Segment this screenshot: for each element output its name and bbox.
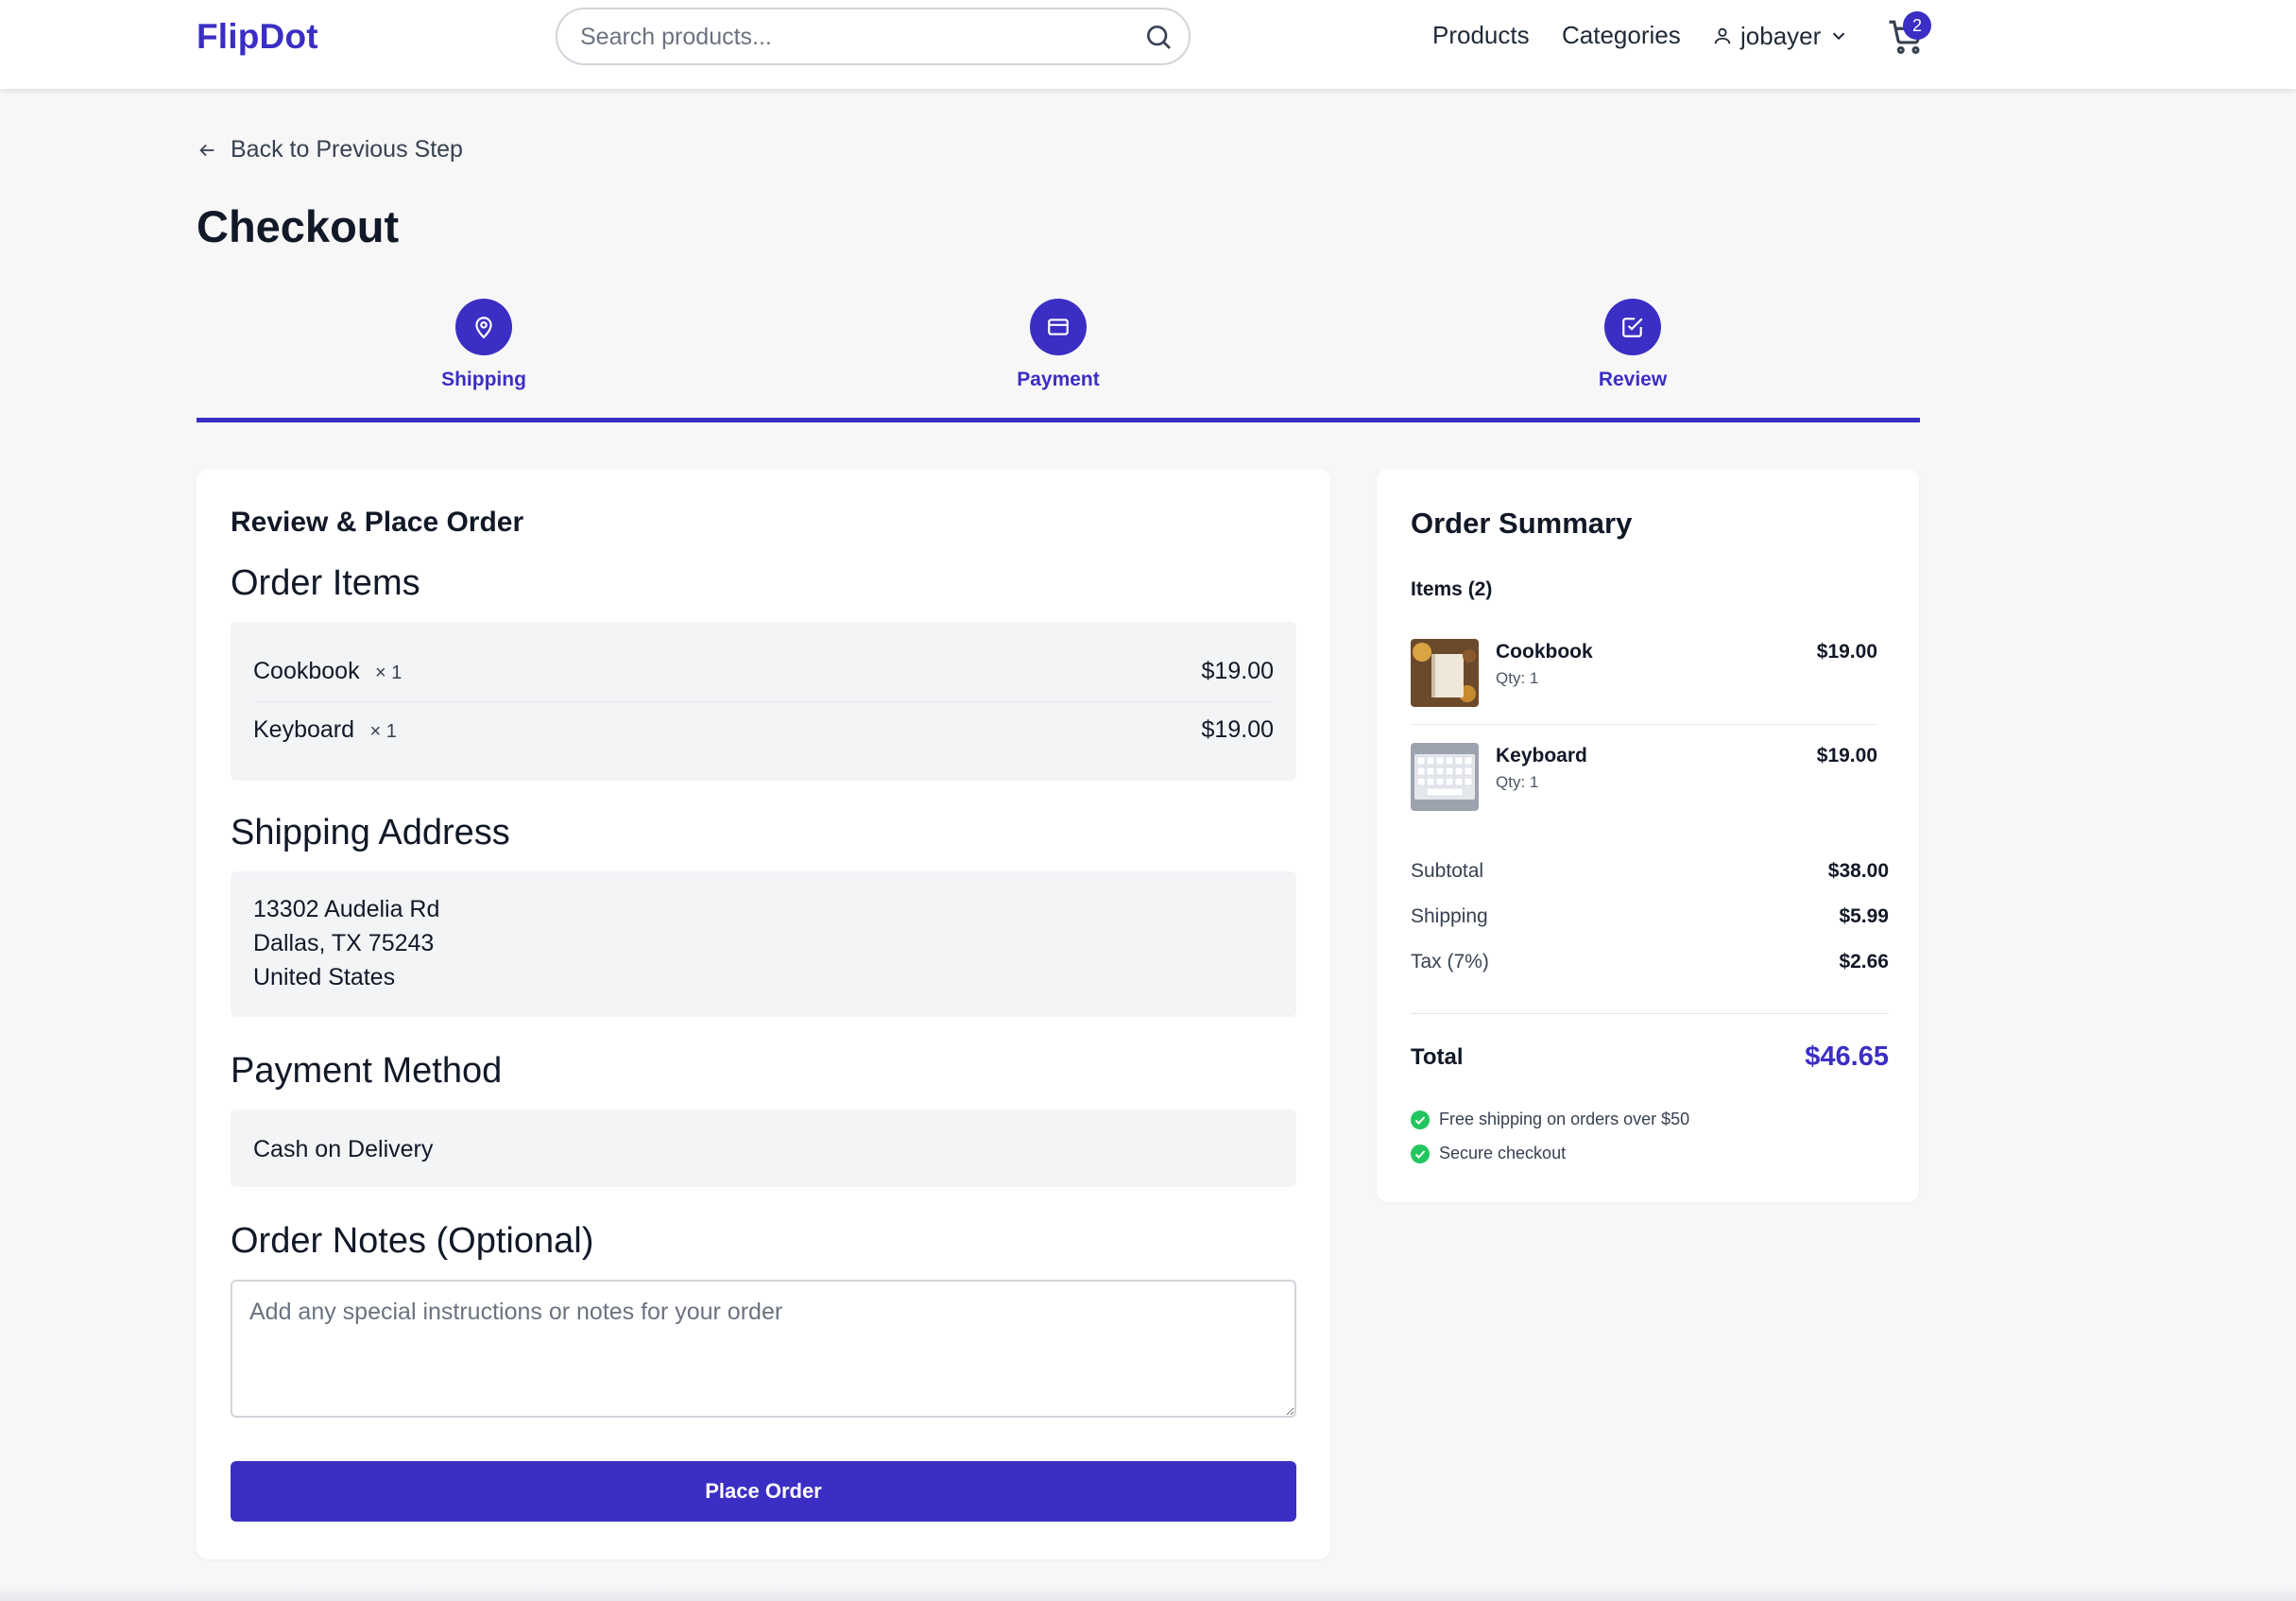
nav-products[interactable]: Products [1432, 21, 1530, 50]
order-item-row: Cookbook × 1 $19.00 [253, 643, 1274, 699]
summary-item-qty: Qty: 1 [1496, 773, 1539, 791]
step-label: Payment [1017, 369, 1100, 390]
step-payment[interactable]: Payment [945, 299, 1172, 391]
summary-item: Cookbook Qty: 1 $19.00 [1411, 639, 1877, 709]
item-price: $19.00 [1201, 715, 1274, 743]
arrow-left-icon [199, 144, 214, 156]
user-menu[interactable]: jobayer [1712, 19, 1849, 53]
address-line: 13302 Audelia Rd [253, 896, 440, 922]
item-qty: × 1 [375, 662, 403, 683]
payment-method-panel: Cash on Delivery [231, 1110, 1296, 1187]
cookbook-thumbnail [1411, 639, 1479, 707]
credit-card-icon [1048, 318, 1069, 336]
total-value: $46.65 [1805, 1042, 1889, 1072]
summary-item-price: $19.00 [1816, 745, 1877, 766]
order-notes-title: Order Notes (Optional) [231, 1221, 594, 1261]
order-item-row: Keyboard × 1 $19.00 [253, 701, 1274, 758]
items-count: Items (2) [1411, 578, 1493, 600]
perk-text: Free shipping on orders over $50 [1439, 1110, 1690, 1128]
summary-item: Keyboard Qty: 1 $19.00 [1411, 743, 1877, 813]
order-items-title: Order Items [231, 563, 420, 603]
item-name: Keyboard [253, 715, 355, 743]
subtotal-row: Subtotal $38.00 [1411, 860, 1889, 883]
payment-method-title: Payment Method [231, 1051, 503, 1091]
page-bottom-edge [0, 1584, 2296, 1601]
shipping-address-title: Shipping Address [231, 813, 510, 852]
perk-text: Secure checkout [1439, 1144, 1567, 1162]
tax-value: $2.66 [1839, 951, 1889, 973]
check-square-icon [1622, 318, 1643, 337]
order-summary-title: Order Summary [1411, 507, 1633, 540]
perk-free-shipping: Free shipping on orders over $50 [1411, 1110, 1689, 1129]
step-progress-bar [197, 418, 1920, 422]
order-summary-card: Order Summary Items (2) Cookbook Qty: 1 … [1377, 469, 1919, 1202]
search-input[interactable] [580, 19, 1109, 55]
order-notes-textarea[interactable] [231, 1280, 1296, 1418]
top-navbar: FlipDot Products Categories jobayer 2 [0, 0, 2296, 89]
page-title: Checkout [197, 201, 400, 251]
place-order-button[interactable]: Place Order [231, 1461, 1296, 1522]
review-card: Review & Place Order Order Items Cookboo… [197, 469, 1330, 1559]
nav-categories[interactable]: Categories [1562, 21, 1681, 50]
item-price: $19.00 [1201, 657, 1274, 684]
step-review[interactable]: Review [1519, 299, 1746, 391]
total-row: Total $46.65 [1411, 1042, 1889, 1073]
tax-label: Tax (7%) [1411, 951, 1489, 973]
shipping-address-panel: 13302 Audelia Rd Dallas, TX 75243 United… [231, 871, 1296, 1017]
chevron-down-icon [1833, 32, 1845, 41]
step-label: Review [1598, 369, 1668, 390]
review-heading: Review & Place Order [231, 507, 524, 538]
divider [1411, 724, 1877, 725]
check-circle-icon [1411, 1110, 1430, 1129]
payment-method-value: Cash on Delivery [253, 1136, 434, 1162]
divider [1411, 1013, 1889, 1014]
search-icon[interactable] [1143, 22, 1174, 52]
order-items-panel: Cookbook × 1 $19.00 Keyboard × 1 $19.00 [231, 622, 1296, 781]
keyboard-thumbnail [1411, 743, 1479, 811]
address-line: Dallas, TX 75243 [253, 930, 435, 956]
map-pin-icon [475, 317, 492, 339]
item-qty: × 1 [369, 720, 397, 742]
step-label: Shipping [441, 369, 526, 390]
check-circle-icon [1411, 1144, 1430, 1163]
shipping-row: Shipping $5.99 [1411, 905, 1889, 928]
cart-count-badge: 2 [1903, 11, 1931, 40]
user-icon [1714, 27, 1731, 44]
back-link[interactable]: Back to Previous Step [197, 136, 463, 164]
shipping-label: Shipping [1411, 905, 1488, 927]
shipping-value: $5.99 [1839, 905, 1889, 927]
back-label: Back to Previous Step [231, 136, 463, 163]
username: jobayer [1740, 21, 1822, 50]
perk-secure-checkout: Secure checkout [1411, 1144, 1566, 1163]
step-shipping[interactable]: Shipping [370, 299, 597, 391]
summary-item-name: Cookbook [1496, 641, 1593, 663]
summary-item-name: Keyboard [1496, 745, 1587, 766]
summary-item-qty: Qty: 1 [1496, 669, 1539, 687]
search-box[interactable] [556, 8, 1191, 65]
item-name: Cookbook [253, 657, 360, 684]
tax-row: Tax (7%) $2.66 [1411, 951, 1889, 973]
subtotal-value: $38.00 [1827, 860, 1889, 882]
subtotal-label: Subtotal [1411, 860, 1484, 882]
address-line: United States [253, 964, 396, 990]
total-label: Total [1411, 1043, 1464, 1070]
logo[interactable]: FlipDot [197, 17, 318, 57]
summary-item-price: $19.00 [1816, 641, 1877, 663]
